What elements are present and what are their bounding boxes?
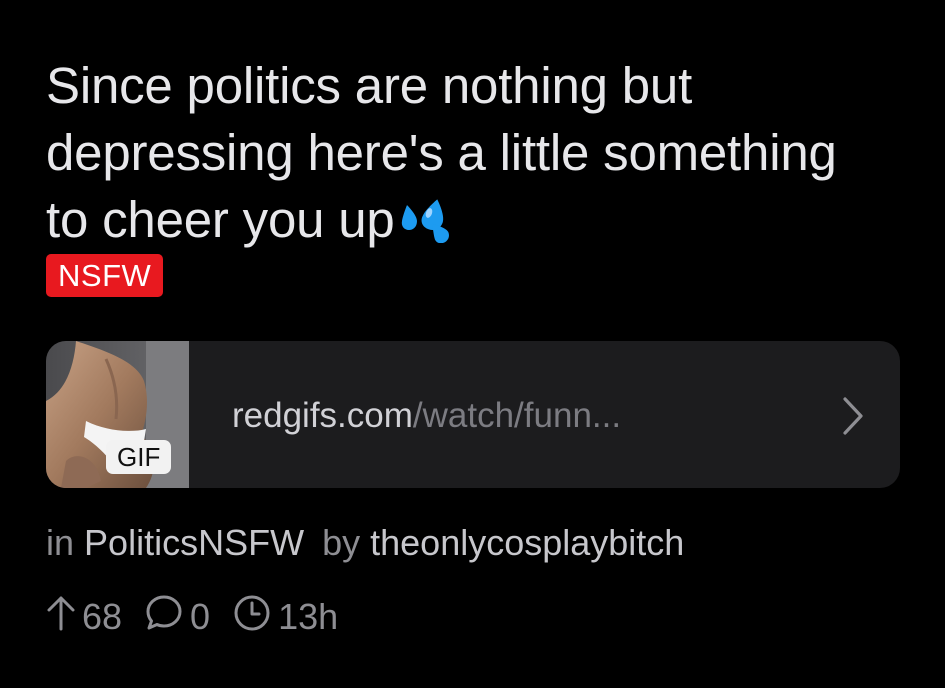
community-link[interactable]: PoliticsNSFW xyxy=(84,522,304,563)
link-path: /watch/funn... xyxy=(412,396,622,435)
comment-icon[interactable] xyxy=(144,593,190,642)
post-stats: 68 0 13h xyxy=(46,594,360,640)
meta-by-label: by xyxy=(322,522,361,563)
comment-count: 0 xyxy=(190,596,211,637)
chevron-right-icon xyxy=(841,396,865,441)
link-url[interactable]: redgifs.com/watch/funn... xyxy=(232,396,621,436)
post-title[interactable]: Since politics are nothing but depressin… xyxy=(46,52,846,259)
nsfw-badge: NSFW xyxy=(46,254,164,297)
post-meta: in PoliticsNSFW by theonlycosplaybitch xyxy=(46,522,684,564)
sweat-droplets-icon xyxy=(401,192,461,259)
author-link[interactable]: theonlycosplaybitch xyxy=(370,522,684,563)
comment-stat[interactable]: 0 xyxy=(144,593,210,642)
link-preview-card[interactable]: GIF redgifs.com/watch/funn... xyxy=(46,341,900,488)
post-age: 13h xyxy=(278,596,339,637)
gif-badge: GIF xyxy=(106,440,172,474)
upvote-count: 68 xyxy=(82,596,123,637)
link-domain: redgifs.com xyxy=(232,396,413,435)
meta-in-label: in xyxy=(46,522,75,563)
upvote-stat[interactable]: 68 xyxy=(46,594,122,641)
clock-icon xyxy=(232,593,278,642)
gif-thumbnail: GIF xyxy=(46,341,189,488)
age-stat: 13h xyxy=(232,593,338,642)
upvote-icon[interactable] xyxy=(46,594,82,641)
